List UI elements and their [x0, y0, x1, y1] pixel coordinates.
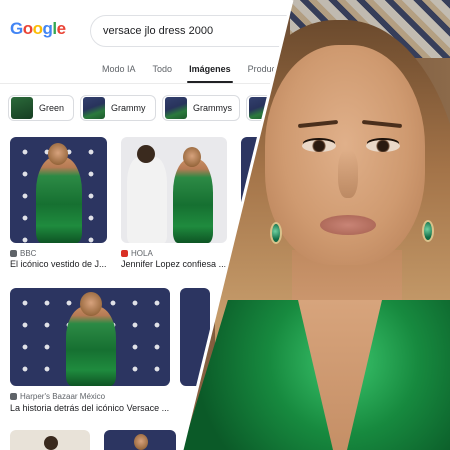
logo-letter: o: [22, 19, 33, 38]
white-suit-figure: [127, 157, 167, 243]
search-tabs: Modo IA Todo Imágenes Productos: [102, 64, 288, 83]
green-dress-figure: [66, 306, 116, 386]
logo-letter: G: [10, 19, 23, 38]
person-head: [80, 292, 102, 316]
chip-thumbnail: [165, 97, 187, 119]
person-head: [44, 436, 58, 450]
tab-todo[interactable]: Todo: [153, 64, 173, 74]
result-image-harpers[interactable]: [10, 288, 170, 386]
source-name: BBC: [20, 249, 37, 258]
chip-label: Grammy: [111, 103, 146, 113]
result-image-hola[interactable]: [121, 137, 227, 243]
result-source[interactable]: Harper's Bazaar México: [10, 392, 105, 401]
result-caption[interactable]: La historia detrás del icónico Versace .…: [10, 403, 170, 413]
chip-grammys[interactable]: Grammys: [162, 95, 240, 121]
result-source[interactable]: HOLA: [121, 249, 153, 258]
chip-green[interactable]: Green: [8, 95, 74, 121]
right-eye: [366, 140, 400, 152]
person-head: [134, 434, 148, 450]
lips: [320, 215, 376, 235]
chip-thumbnail: [83, 97, 105, 119]
green-dress-figure: [173, 159, 213, 243]
green-dress-figure: [36, 157, 82, 243]
harpers-favicon-icon: [10, 393, 17, 400]
hola-favicon-icon: [121, 250, 128, 257]
nose: [338, 150, 358, 198]
tab-divider: [0, 83, 300, 84]
chip-label: Grammys: [193, 103, 232, 113]
bbc-favicon-icon: [10, 250, 17, 257]
result-source[interactable]: BBC: [10, 249, 36, 258]
person-head: [48, 143, 68, 165]
result-image-bbc[interactable]: [10, 137, 107, 243]
result-image-partial[interactable]: [10, 430, 90, 450]
google-logo[interactable]: Google: [10, 19, 66, 39]
logo-letter: e: [56, 19, 66, 38]
search-query-text: versace jlo dress 2000: [103, 25, 214, 37]
result-caption[interactable]: Jennifer Lopez confiesa ...: [121, 259, 227, 269]
result-image-partial[interactable]: [104, 430, 176, 450]
chip-grammy[interactable]: Grammy: [80, 95, 156, 121]
right-earring: [422, 220, 434, 242]
left-eye: [302, 140, 336, 152]
person-head: [183, 147, 201, 167]
logo-letter: o: [32, 19, 43, 38]
source-name: Harper's Bazaar México: [20, 392, 106, 401]
left-earring: [270, 222, 282, 244]
tab-modo-ia[interactable]: Modo IA: [102, 64, 136, 74]
person-head: [137, 145, 155, 163]
logo-letter: g: [42, 19, 53, 38]
result-caption[interactable]: El icónico vestido de J...: [10, 259, 110, 269]
chip-label: Green: [39, 103, 65, 113]
chip-thumbnail: [11, 97, 33, 119]
tab-imagenes[interactable]: Imágenes: [187, 64, 233, 83]
source-name: HOLA: [131, 249, 153, 258]
